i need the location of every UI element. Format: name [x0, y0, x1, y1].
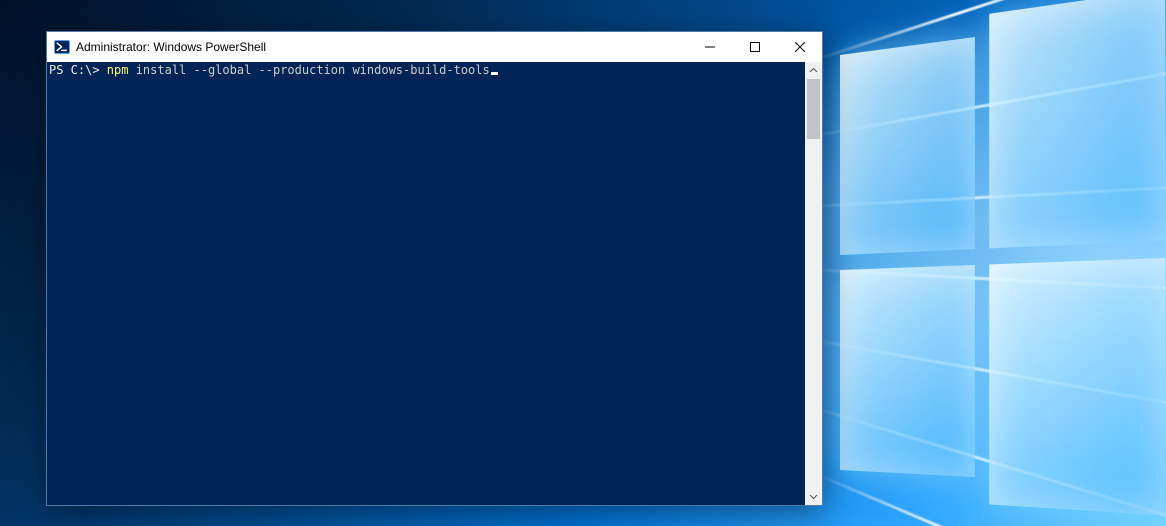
minimize-button[interactable] — [687, 32, 732, 62]
window-title: Administrator: Windows PowerShell — [76, 40, 266, 54]
vertical-scrollbar[interactable] — [805, 62, 822, 505]
text-cursor — [491, 72, 498, 75]
command-name: npm — [107, 63, 129, 77]
close-button[interactable] — [777, 32, 822, 62]
prompt-text: PS C:\> — [49, 63, 107, 77]
powershell-window: Administrator: Windows PowerShell PS C:\… — [46, 31, 823, 506]
scroll-down-button[interactable] — [805, 488, 822, 505]
scroll-up-button[interactable] — [805, 62, 822, 79]
windows-logo — [840, 14, 1149, 378]
client-area: PS C:\> npm install --global --productio… — [47, 62, 822, 505]
titlebar[interactable]: Administrator: Windows PowerShell — [47, 32, 822, 62]
terminal-output[interactable]: PS C:\> npm install --global --productio… — [47, 62, 805, 505]
scroll-thumb[interactable] — [807, 79, 820, 139]
command-args: install --global --production windows-bu… — [128, 63, 489, 77]
powershell-icon — [54, 39, 70, 55]
maximize-button[interactable] — [732, 32, 777, 62]
